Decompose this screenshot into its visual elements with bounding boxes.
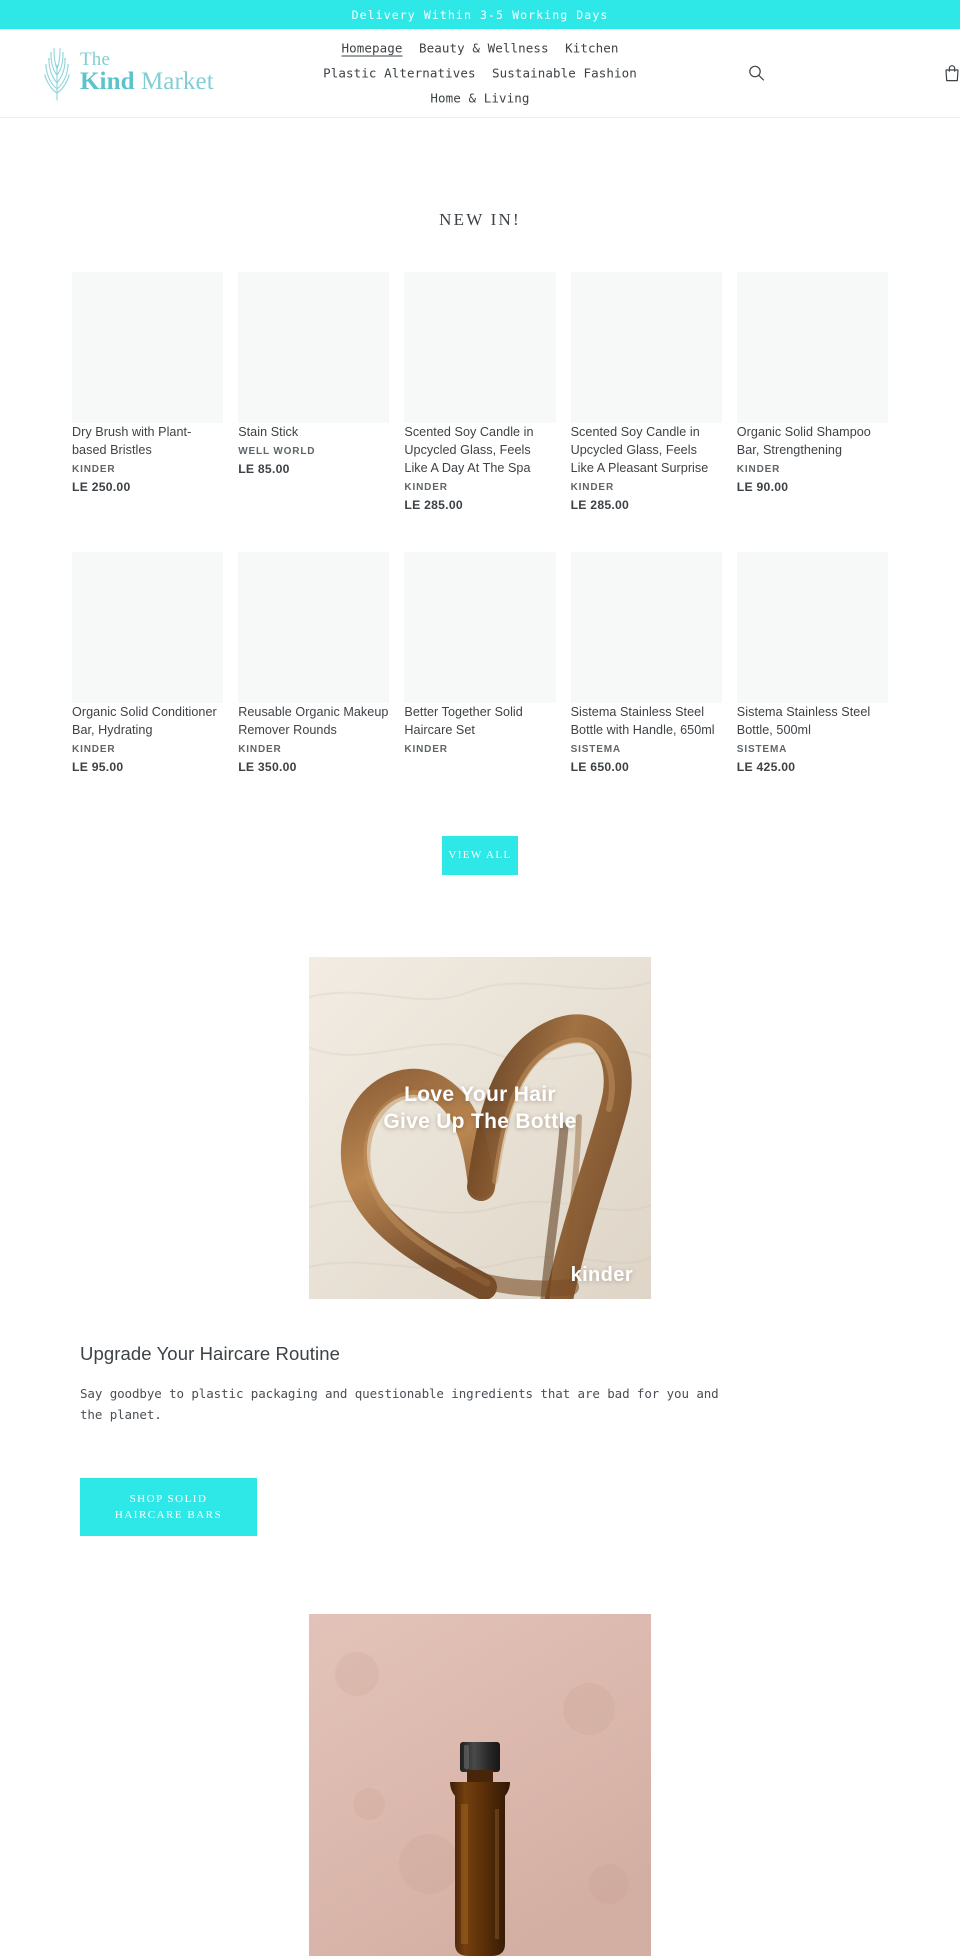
product-vendor: KINDER [736, 464, 781, 476]
view-all-container: VIEW ALL [0, 836, 960, 876]
product-title: Organic Solid Conditioner Bar, Hydrating [72, 705, 217, 738]
product-card[interactable]: Reusable Organic Makeup Remover Rounds K… [238, 552, 390, 774]
product-title: Sistema Stainless Steel Bottle, 500ml [736, 705, 871, 738]
logo-kind: Kind [80, 68, 135, 96]
logo-wordmark: The Kind Market [80, 51, 214, 94]
nav-item-plastic-alternatives[interactable]: Plastic Alternatives [323, 61, 476, 86]
product-title: Organic Solid Shampoo Bar, Strengthening [736, 425, 871, 458]
nav-item-kitchen[interactable]: Kitchen [565, 36, 618, 61]
feature-haircare: Love Your Hair Give Up The Bottle kinder… [0, 957, 960, 1537]
product-image [736, 552, 888, 704]
product-card[interactable]: Organic Solid Shampoo Bar, Strengthening… [736, 272, 888, 512]
section-title-new-in: NEW IN! [439, 210, 521, 229]
site-header: The Kind Market Homepage Beauty & Wellne… [0, 29, 960, 118]
product-vendor: WELL WORLD [238, 446, 316, 458]
feature-text-block: Upgrade Your Haircare Routine Say goodby… [0, 1343, 960, 1537]
product-grid-row-2: Organic Solid Conditioner Bar, Hydrating… [0, 552, 960, 774]
nav-item-beauty-wellness[interactable]: Beauty & Wellness [419, 36, 549, 61]
product-card[interactable]: Better Together Solid Haircare Set KINDE… [404, 552, 556, 774]
nav-item-home-living[interactable]: Home & Living [430, 86, 529, 111]
announcement-bar: Delivery Within 3-5 Working Days [0, 0, 960, 29]
product-price: LE 85.00 [238, 462, 290, 477]
product-price: LE 285.00 [570, 498, 630, 513]
product-title: Sistema Stainless Steel Bottle with Hand… [570, 705, 715, 738]
product-image [238, 552, 390, 704]
product-info: Sistema Stainless Steel Bottle, 500ml SI… [737, 692, 888, 774]
feature-image-amber-bottle [309, 1614, 651, 1956]
product-price: LE 285.00 [404, 498, 463, 513]
nav-item-sustainable-fashion[interactable]: Sustainable Fashion [492, 61, 637, 86]
product-info: Reusable Organic Makeup Remover Rounds K… [238, 692, 389, 774]
product-vendor: SISTEMA [736, 744, 788, 756]
feature-caption-line-1: Love Your Hair [404, 1082, 556, 1106]
product-vendor: KINDER [404, 482, 448, 494]
product-vendor: KINDER [238, 744, 282, 756]
product-image [570, 552, 722, 704]
product-vendor: KINDER [570, 482, 615, 494]
product-image [238, 272, 390, 424]
product-card[interactable]: Dry Brush with Plant-based Bristles KIND… [72, 272, 224, 512]
product-title: Better Together Solid Haircare Set [404, 705, 523, 738]
product-image [72, 272, 224, 424]
product-card[interactable]: Stain Stick WELL WORLD LE 85.00 [238, 272, 390, 512]
product-title: Scented Soy Candle in Upcycled Glass, Fe… [570, 425, 709, 476]
product-image [570, 272, 722, 424]
product-vendor: KINDER [404, 744, 448, 756]
product-price: LE 90.00 [736, 480, 789, 495]
announcement-text: Delivery Within 3-5 Working Days [351, 7, 609, 22]
product-price: LE 250.00 [72, 480, 131, 495]
logo-market: Market [134, 68, 214, 96]
logo-line-kind-market: Kind Market [80, 68, 214, 96]
product-title: Reusable Organic Makeup Remover Rounds [238, 705, 389, 738]
product-price: LE 350.00 [238, 760, 297, 775]
product-title: Dry Brush with Plant-based Bristles [72, 425, 192, 458]
product-card[interactable]: Sistema Stainless Steel Bottle, 500ml SI… [736, 552, 888, 774]
product-card[interactable]: Scented Soy Candle in Upcycled Glass, Fe… [570, 272, 722, 512]
product-grid-row-1: Dry Brush with Plant-based Bristles KIND… [0, 272, 960, 512]
product-info: Sistema Stainless Steel Bottle with Hand… [571, 692, 722, 774]
nav-item-homepage[interactable]: Homepage [342, 36, 403, 61]
product-price: LE 95.00 [72, 760, 124, 775]
product-vendor: SISTEMA [570, 744, 621, 756]
feature-image-love-your-hair: Love Your Hair Give Up The Bottle kinder [309, 957, 651, 1300]
site-logo[interactable]: The Kind Market [40, 45, 214, 101]
product-vendor: KINDER [72, 744, 116, 756]
product-info: Scented Soy Candle in Upcycled Glass, Fe… [404, 412, 555, 512]
main-navigation: Homepage Beauty & Wellness Kitchen Plast… [265, 36, 695, 111]
product-image [72, 552, 224, 704]
shop-solid-haircare-bars-button[interactable]: SHOP SOLID HAIRCARE BARS [80, 1478, 257, 1537]
search-icon[interactable] [744, 61, 769, 86]
product-info: Organic Solid Conditioner Bar, Hydrating… [72, 692, 223, 774]
feature-image-caption: Love Your Hair Give Up The Bottle [309, 1081, 651, 1135]
feature-bottle [0, 1614, 960, 1956]
product-info: Organic Solid Shampoo Bar, Strengthening… [737, 412, 888, 494]
feature-heading: Upgrade Your Haircare Routine [80, 1343, 341, 1365]
product-card[interactable]: Organic Solid Conditioner Bar, Hydrating… [72, 552, 224, 774]
product-title: Stain Stick [238, 425, 299, 440]
product-title: Scented Soy Candle in Upcycled Glass, Fe… [404, 425, 534, 476]
product-image [404, 272, 556, 424]
feature-caption-line-2: Give Up The Bottle [383, 1109, 577, 1133]
product-image [736, 272, 888, 424]
feature-image-brand: kinder [570, 1264, 633, 1287]
view-all-button[interactable]: VIEW ALL [442, 836, 518, 876]
coral-plant-icon [40, 45, 74, 101]
product-card[interactable]: Scented Soy Candle in Upcycled Glass, Fe… [404, 272, 556, 512]
product-price: LE 650.00 [570, 760, 630, 775]
product-price: LE 425.00 [736, 760, 796, 775]
product-info: Dry Brush with Plant-based Bristles KIND… [72, 412, 223, 494]
shopping-bag-icon[interactable] [940, 60, 960, 86]
feature-body-text: Say goodbye to plastic packaging and que… [80, 1386, 719, 1423]
product-image [404, 552, 556, 704]
product-card[interactable]: Sistema Stainless Steel Bottle with Hand… [570, 552, 722, 774]
product-vendor: KINDER [72, 464, 116, 476]
product-info: Scented Soy Candle in Upcycled Glass, Fe… [571, 412, 722, 512]
